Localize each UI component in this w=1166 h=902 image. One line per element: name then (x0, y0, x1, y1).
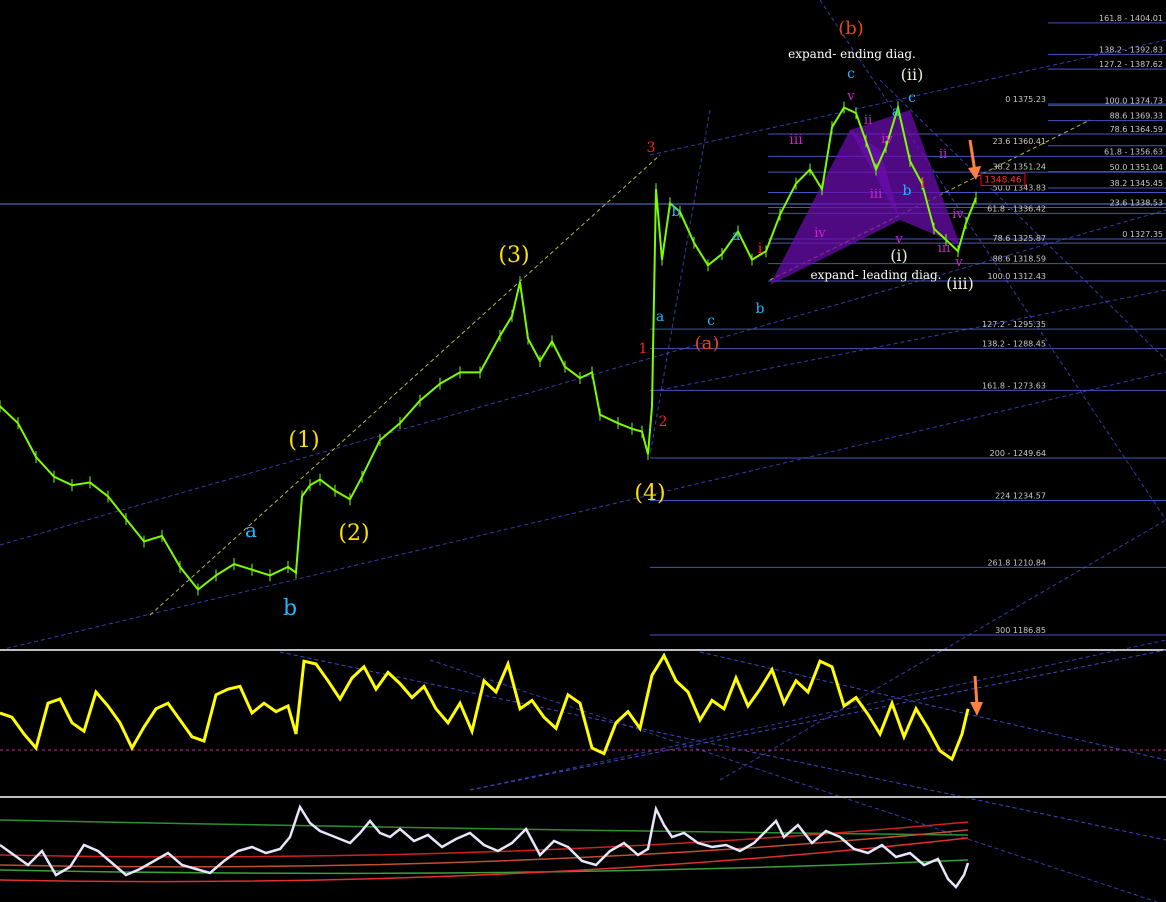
wave-label: 1 (639, 341, 648, 357)
fib-level-label: 138.2 - 1288.45 (982, 340, 1046, 349)
fib-level-label: 224 1234.57 (995, 491, 1046, 500)
fib-level-label: 78.6 1325.87 (993, 234, 1046, 243)
wave-label: v (846, 89, 855, 104)
fib-level-label: 88.6 1369.33 (1110, 112, 1163, 121)
wave-label: (a) (695, 333, 720, 354)
wave-label: (2) (338, 521, 369, 546)
wave-label: v (954, 255, 963, 270)
wave-label: iv (952, 207, 964, 222)
wave-label: a (732, 228, 740, 244)
fib-level-label: 161.8 - 1273.63 (982, 381, 1046, 390)
wave-label: b (756, 301, 765, 317)
wave-label: c (707, 313, 715, 329)
fib-level-label: 88.6 1318.59 (993, 255, 1046, 264)
annotation-text: expand- ending diag. (788, 47, 916, 61)
wave-label: (3) (498, 243, 529, 268)
fib-level-label: 100.0 1312.43 (987, 272, 1046, 281)
wave-label: (1) (288, 428, 319, 453)
wave-label: ii (939, 147, 947, 162)
wave-label: c (908, 90, 916, 106)
wave-label: v (894, 232, 903, 247)
wave-label: iv (814, 226, 826, 241)
current-price-label: 1348.46 (984, 175, 1021, 185)
fib-level-label: 0 1375.23 (1005, 95, 1046, 104)
fib-level-label: 38.2 1345.45 (1110, 179, 1163, 188)
wave-label: iv (881, 132, 893, 147)
fib-level-label: 261.8 1210.84 (987, 558, 1046, 567)
wave-label: iii (870, 187, 882, 202)
wave-label: (b) (838, 18, 864, 39)
wave-label: (4) (634, 481, 665, 506)
wave-label: a (892, 104, 900, 120)
fib-level-label: 50.0 1351.04 (1110, 163, 1163, 172)
wave-label: b (672, 204, 681, 220)
down-arrow (973, 675, 979, 707)
wave-label: a (656, 309, 664, 325)
wave-label: c (847, 66, 855, 82)
fib-level-label: 300 1186.85 (995, 626, 1046, 635)
wave-label: iii (938, 241, 950, 256)
fib-level-label: 78.6 1364.59 (1110, 125, 1163, 134)
fib-level-label: 200 - 1249.64 (990, 449, 1046, 458)
fib-level-label: 23.6 1360.41 (993, 137, 1046, 146)
fib-level-label: 23.6 1338.53 (1110, 198, 1163, 207)
fib-level-label: 61.8 - 1336.42 (987, 204, 1046, 213)
fib-level-label: 161.8 - 1404.01 (1099, 14, 1163, 23)
fib-level-label: 100.0 1374.73 (1104, 96, 1163, 105)
wave-label: (i) (890, 246, 908, 265)
annotation-text: expand- leading diag. (811, 268, 942, 282)
wave-label: ii (864, 113, 872, 128)
wave-label: (iii) (946, 274, 974, 293)
wave-label: (ii) (901, 65, 924, 84)
fib-level-label: 61.8 - 1356.63 (1104, 147, 1163, 156)
fib-level-label: 38.2 1351.24 (993, 163, 1046, 172)
wave-label: i (758, 241, 763, 257)
fib-level-label: 0 1327.35 (1122, 230, 1163, 239)
fib-level-label: 138.2 - 1392.83 (1099, 45, 1163, 54)
wave-label: b (283, 596, 297, 621)
wave-label: 2 (659, 414, 668, 430)
wave-label: iii (789, 132, 803, 148)
wave-label: i (921, 176, 926, 192)
fib-level-label: 127.2 - 1387.62 (1099, 60, 1163, 69)
fib-level-label: 127.2 - 1295.35 (982, 320, 1046, 329)
wave-label: a (245, 518, 257, 542)
wave-label: 3 (647, 140, 656, 156)
elliott-wave-chart: 161.8 - 1404.01 138.2 - 1392.83 127.2 - 13… (0, 0, 1166, 902)
wave-label: b (903, 183, 912, 199)
